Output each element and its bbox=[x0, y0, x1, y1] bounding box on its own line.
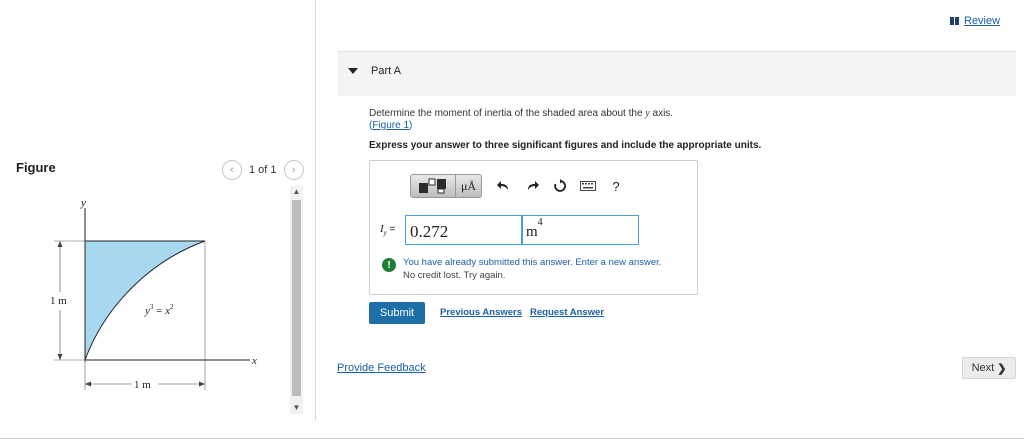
curve-rhs-exp: 2 bbox=[170, 303, 174, 311]
review-link[interactable]: Review bbox=[950, 15, 1000, 27]
height-arrow-down bbox=[57, 354, 63, 360]
figure-link[interactable]: Figure 1 bbox=[372, 120, 409, 131]
feedback-message: ! You have already submitted this answer… bbox=[382, 256, 661, 282]
undo-icon bbox=[497, 181, 508, 190]
pager-count: 1 of 1 bbox=[249, 164, 277, 176]
message-line-1: You have already submitted this answer. … bbox=[403, 257, 662, 268]
templates-icon bbox=[419, 178, 446, 194]
question-prefix: Determine the moment of inertia of the s… bbox=[369, 108, 646, 119]
curve-eq: = bbox=[153, 305, 165, 317]
math-toolbar: μÅ ? bbox=[410, 174, 630, 198]
request-answer-link[interactable]: Request Answer bbox=[530, 307, 604, 318]
undo-button[interactable] bbox=[490, 174, 518, 198]
chevron-left-icon: ‹ bbox=[230, 164, 234, 176]
units-button[interactable]: μÅ bbox=[456, 174, 482, 198]
answer-label: Iy = bbox=[380, 223, 395, 237]
figure-pane: Figure ‹ 1 of 1 › y x 1 m 1 m y3 = x2 ▲ … bbox=[0, 0, 316, 420]
review-icon bbox=[950, 17, 959, 25]
height-dimension-label: 1 m bbox=[50, 295, 67, 307]
help-button[interactable]: ? bbox=[602, 174, 630, 198]
width-dimension-label: 1 m bbox=[134, 379, 151, 391]
y-axis-label: y bbox=[80, 197, 86, 209]
caret-down-icon[interactable] bbox=[348, 68, 358, 74]
submit-button[interactable]: Submit bbox=[369, 302, 425, 324]
width-arrow-left bbox=[85, 381, 91, 387]
next-label: Next bbox=[971, 362, 995, 374]
reset-button[interactable] bbox=[546, 174, 574, 198]
figure-link-close: ) bbox=[409, 120, 413, 131]
redo-icon bbox=[528, 181, 539, 190]
answer-box: μÅ ? Iy = 0.272 m4 ! You have already su… bbox=[369, 160, 698, 295]
scroll-up-icon[interactable]: ▲ bbox=[290, 186, 303, 198]
width-arrow-right bbox=[199, 381, 205, 387]
units-input[interactable]: m4 bbox=[522, 215, 639, 245]
scroll-thumb[interactable] bbox=[292, 200, 301, 396]
provide-feedback-link[interactable]: Provide Feedback bbox=[337, 362, 426, 374]
previous-answers-link[interactable]: Previous Answers bbox=[440, 307, 522, 318]
question-text: Determine the moment of inertia of the s… bbox=[369, 107, 673, 120]
page: Figure ‹ 1 of 1 › y x 1 m 1 m y3 = x2 ▲ … bbox=[0, 0, 1024, 447]
height-arrow-up bbox=[57, 241, 63, 247]
chevron-right-icon: › bbox=[291, 164, 296, 176]
units-icon: μÅ bbox=[460, 178, 477, 193]
figure-scrollbar[interactable]: ▲ ▼ bbox=[290, 186, 303, 414]
message-text: You have already submitted this answer. … bbox=[403, 256, 661, 282]
unit-exponent: 4 bbox=[537, 217, 543, 228]
question-suffix: axis. bbox=[649, 108, 674, 119]
message-line-2: No credit lost. Try again. bbox=[403, 270, 506, 281]
help-icon: ? bbox=[612, 178, 620, 194]
prev-figure-button[interactable]: ‹ bbox=[222, 160, 242, 180]
scroll-down-icon[interactable]: ▼ bbox=[290, 402, 303, 414]
curve-equation-label: y3 = x2 bbox=[144, 303, 174, 317]
footer-divider bbox=[0, 438, 1024, 439]
keyboard-button[interactable] bbox=[574, 174, 602, 198]
next-button[interactable]: Next ❯ bbox=[962, 357, 1016, 379]
value-input[interactable]: 0.272 bbox=[405, 215, 522, 245]
figure-diagram: y x 1 m 1 m y3 = x2 bbox=[50, 197, 257, 391]
part-header[interactable]: Part A bbox=[338, 52, 1016, 96]
answer-equals: = bbox=[386, 224, 396, 235]
x-axis-label: x bbox=[251, 355, 257, 367]
shaded-area bbox=[85, 241, 205, 360]
unit-base: m bbox=[526, 224, 538, 240]
redo-button[interactable] bbox=[518, 174, 546, 198]
figure-pager: ‹ 1 of 1 › bbox=[222, 160, 304, 180]
templates-button[interactable] bbox=[410, 174, 456, 198]
instructions: Express your answer to three significant… bbox=[369, 140, 762, 151]
reset-icon bbox=[554, 179, 566, 192]
chevron-right-icon: ❯ bbox=[997, 362, 1007, 375]
alert-icon: ! bbox=[382, 258, 396, 272]
figure-heading: Figure bbox=[16, 160, 56, 175]
keyboard-icon bbox=[580, 181, 596, 191]
figure-reference: (Figure 1) bbox=[369, 120, 412, 131]
next-figure-button[interactable]: › bbox=[283, 160, 304, 180]
part-title: Part A bbox=[371, 65, 401, 77]
review-label[interactable]: Review bbox=[964, 15, 1000, 27]
